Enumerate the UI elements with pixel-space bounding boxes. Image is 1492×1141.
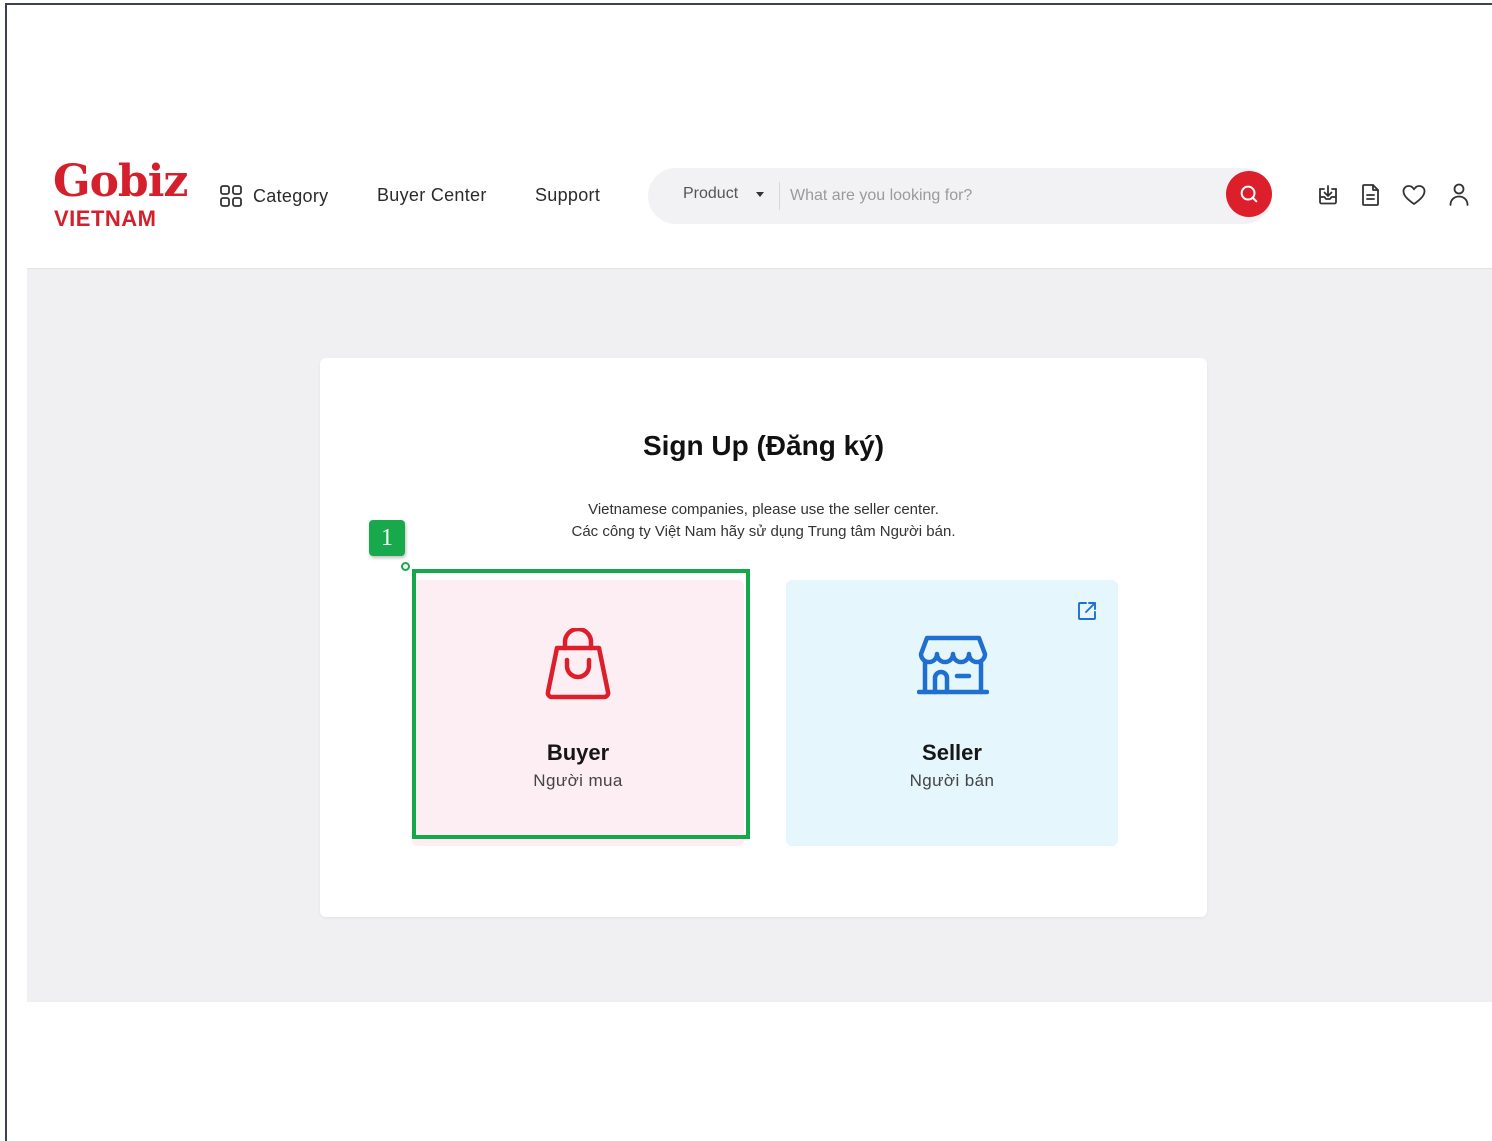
- nav-category[interactable]: Category: [219, 184, 328, 208]
- nav-support[interactable]: Support: [535, 184, 600, 206]
- download-box-icon[interactable]: [1315, 182, 1341, 208]
- gobiz-logo[interactable]: Gobiz VIETNAM: [53, 158, 188, 231]
- storefront-icon: [916, 628, 990, 702]
- search-icon: [1238, 183, 1260, 205]
- search-type-dropdown[interactable]: Product: [683, 185, 765, 203]
- seller-option[interactable]: Seller Người bán: [786, 580, 1118, 846]
- nav-buyer-center[interactable]: Buyer Center: [377, 184, 487, 206]
- logo-text-bottom: VIETNAM: [54, 206, 157, 231]
- document-icon[interactable]: [1358, 182, 1384, 208]
- heart-icon[interactable]: [1401, 182, 1427, 208]
- nav-category-label: Category: [253, 186, 329, 206]
- seller-subtitle: Người bán: [909, 771, 995, 790]
- search-type-label: Product: [683, 185, 739, 202]
- seller-title: Seller: [922, 740, 982, 765]
- search-bar: Product: [648, 168, 1272, 224]
- search-input[interactable]: [790, 180, 1220, 212]
- page-title: Sign Up (Đăng ký): [642, 430, 885, 461]
- annotation-step-badge: 1: [369, 520, 405, 556]
- signup-note-vi: Các công ty Việt Nam hãy sử dụng Trung t…: [571, 523, 956, 540]
- external-link-icon: [1076, 600, 1098, 622]
- search-divider: [779, 182, 780, 210]
- annotation-highlight-box: [412, 569, 750, 839]
- site-header: Gobiz VIETNAM Category Buyer Center Supp…: [0, 150, 1492, 240]
- caret-down-icon: [756, 191, 765, 197]
- search-button[interactable]: [1226, 171, 1272, 217]
- signup-note-en: Vietnamese companies, please use the sel…: [588, 501, 939, 518]
- logo-text-top: Gobiz: [53, 156, 188, 207]
- grid-icon: [219, 184, 243, 208]
- annotation-anchor-dot: [401, 562, 410, 571]
- user-icon[interactable]: [1446, 182, 1472, 208]
- main-content: Sign Up (Đăng ký) Vietnamese companies, …: [27, 268, 1492, 1002]
